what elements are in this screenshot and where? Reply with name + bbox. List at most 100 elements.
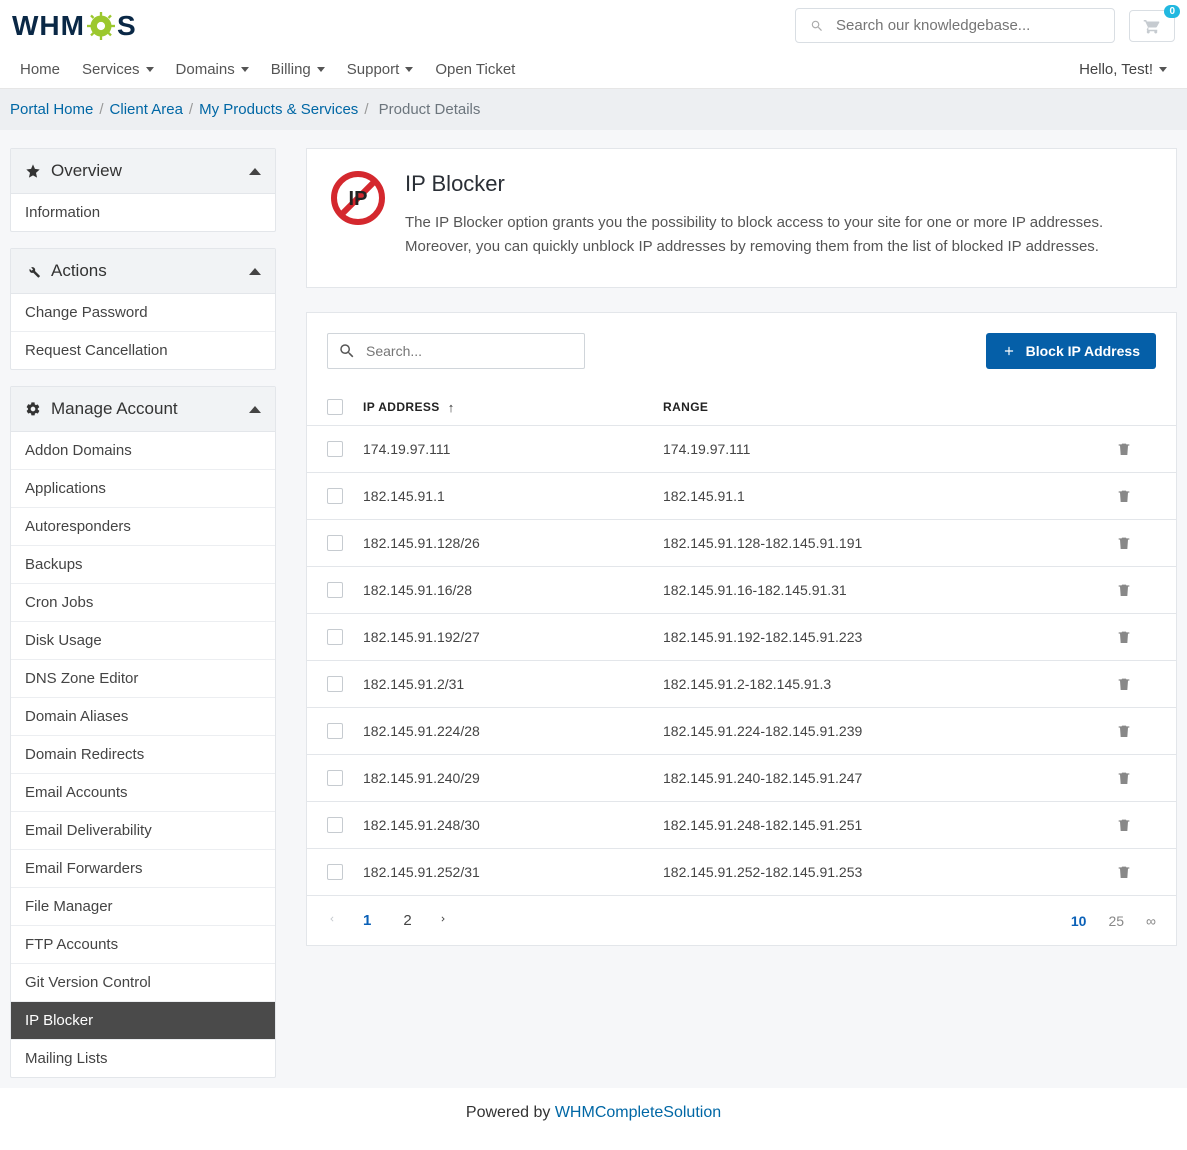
panel-manage-header[interactable]: Manage Account bbox=[11, 387, 275, 432]
search-icon bbox=[338, 342, 356, 360]
block-ip-button[interactable]: Block IP Address bbox=[986, 333, 1156, 369]
svg-text:IP: IP bbox=[349, 188, 368, 210]
table-row: 182.145.91.16/28182.145.91.16-182.145.91… bbox=[307, 567, 1176, 614]
footer-brand[interactable]: WHMCompleteSolution bbox=[555, 1104, 721, 1121]
block-ip-label: Block IP Address bbox=[1026, 343, 1140, 359]
nav-open-ticket[interactable]: Open Ticket bbox=[435, 61, 515, 78]
sidebar-item-addon-domains[interactable]: Addon Domains bbox=[11, 432, 275, 469]
cell-range: 182.145.91.252-182.145.91.253 bbox=[663, 864, 1116, 880]
sidebar-item-disk-usage[interactable]: Disk Usage bbox=[11, 621, 275, 659]
sidebar-item-information[interactable]: Information bbox=[11, 194, 275, 231]
sidebar-item-email-forwarders[interactable]: Email Forwarders bbox=[11, 849, 275, 887]
footer: Powered by WHMCompleteSolution bbox=[0, 1088, 1187, 1150]
sidebar-item-dns-zone-editor[interactable]: DNS Zone Editor bbox=[11, 659, 275, 697]
cell-ip: 182.145.91.248/30 bbox=[363, 817, 663, 833]
cart-icon bbox=[1142, 17, 1162, 35]
sidebar-item-change-password[interactable]: Change Password bbox=[11, 294, 275, 331]
sidebar-item-email-deliverability[interactable]: Email Deliverability bbox=[11, 811, 275, 849]
sidebar-item-cron-jobs[interactable]: Cron Jobs bbox=[11, 583, 275, 621]
ip-blocker-intro: IP IP Blocker The IP Blocker option gran… bbox=[306, 148, 1177, 288]
table-row: 182.145.91.192/27182.145.91.192-182.145.… bbox=[307, 614, 1176, 661]
sidebar-item-ftp-accounts[interactable]: FTP Accounts bbox=[11, 925, 275, 963]
delete-icon[interactable] bbox=[1116, 769, 1156, 787]
prev-page[interactable] bbox=[327, 912, 337, 930]
cell-ip: 182.145.91.224/28 bbox=[363, 723, 663, 739]
row-checkbox[interactable] bbox=[327, 864, 343, 880]
sidebar-item-domain-redirects[interactable]: Domain Redirects bbox=[11, 735, 275, 773]
sidebar-item-applications[interactable]: Applications bbox=[11, 469, 275, 507]
nav-services[interactable]: Services bbox=[82, 61, 154, 78]
page-1[interactable]: 1 bbox=[357, 908, 377, 933]
cell-ip: 182.145.91.2/31 bbox=[363, 676, 663, 692]
chevron-up-icon bbox=[249, 268, 261, 275]
page-size-25[interactable]: 25 bbox=[1108, 913, 1124, 929]
delete-icon[interactable] bbox=[1116, 581, 1156, 599]
sidebar-item-git-version-control[interactable]: Git Version Control bbox=[11, 963, 275, 1001]
delete-icon[interactable] bbox=[1116, 863, 1156, 881]
kb-search[interactable] bbox=[795, 8, 1115, 43]
cart-badge: 0 bbox=[1164, 5, 1180, 18]
table-search-input[interactable] bbox=[366, 343, 574, 359]
panel-actions-title: Actions bbox=[51, 261, 107, 281]
breadcrumb-link[interactable]: Portal Home bbox=[10, 101, 93, 118]
ip-table: Block IP Address IP ADDRESS ↑ RANGE 174.… bbox=[306, 312, 1177, 946]
delete-icon[interactable] bbox=[1116, 628, 1156, 646]
row-checkbox[interactable] bbox=[327, 441, 343, 457]
row-checkbox[interactable] bbox=[327, 723, 343, 739]
panel-overview-header[interactable]: Overview bbox=[11, 149, 275, 194]
row-checkbox[interactable] bbox=[327, 817, 343, 833]
select-all-checkbox[interactable] bbox=[327, 399, 343, 415]
nav-billing[interactable]: Billing bbox=[271, 61, 325, 78]
panel-actions-header[interactable]: Actions bbox=[11, 249, 275, 294]
col-ip-header[interactable]: IP ADDRESS ↑ bbox=[363, 400, 663, 415]
sidebar-item-domain-aliases[interactable]: Domain Aliases bbox=[11, 697, 275, 735]
sidebar-item-request-cancellation[interactable]: Request Cancellation bbox=[11, 331, 275, 369]
sidebar-item-backups[interactable]: Backups bbox=[11, 545, 275, 583]
delete-icon[interactable] bbox=[1116, 534, 1156, 552]
table-search[interactable] bbox=[327, 333, 585, 369]
page-description: The IP Blocker option grants you the pos… bbox=[405, 211, 1106, 259]
page-size-10[interactable]: 10 bbox=[1071, 913, 1087, 929]
row-checkbox[interactable] bbox=[327, 582, 343, 598]
delete-icon[interactable] bbox=[1116, 722, 1156, 740]
breadcrumb-link[interactable]: My Products & Services bbox=[199, 101, 358, 118]
delete-icon[interactable] bbox=[1116, 487, 1156, 505]
cart-button[interactable]: 0 bbox=[1129, 10, 1175, 42]
table-header: IP ADDRESS ↑ RANGE bbox=[307, 389, 1176, 426]
breadcrumb-current: Product Details bbox=[379, 101, 481, 118]
delete-icon[interactable] bbox=[1116, 816, 1156, 834]
breadcrumb-link[interactable]: Client Area bbox=[110, 101, 183, 118]
page-size-∞[interactable]: ∞ bbox=[1146, 913, 1156, 929]
panel-overview-title: Overview bbox=[51, 161, 122, 181]
cell-range: 182.145.91.248-182.145.91.251 bbox=[663, 817, 1116, 833]
nav-home[interactable]: Home bbox=[20, 61, 60, 78]
user-greeting[interactable]: Hello, Test! bbox=[1079, 61, 1167, 78]
footer-prefix: Powered by bbox=[466, 1104, 555, 1121]
chevron-down-icon bbox=[1159, 67, 1167, 72]
sort-asc-icon: ↑ bbox=[448, 400, 455, 415]
cell-range: 182.145.91.16-182.145.91.31 bbox=[663, 582, 1116, 598]
delete-icon[interactable] bbox=[1116, 440, 1156, 458]
kb-search-input[interactable] bbox=[836, 17, 1100, 34]
row-checkbox[interactable] bbox=[327, 770, 343, 786]
nav-support[interactable]: Support bbox=[347, 61, 414, 78]
wrench-icon bbox=[25, 263, 41, 279]
panel-manage: Manage Account Addon DomainsApplications… bbox=[10, 386, 276, 1078]
sidebar-item-file-manager[interactable]: File Manager bbox=[11, 887, 275, 925]
sidebar-item-mailing-lists[interactable]: Mailing Lists bbox=[11, 1039, 275, 1077]
cell-range: 182.145.91.240-182.145.91.247 bbox=[663, 770, 1116, 786]
row-checkbox[interactable] bbox=[327, 488, 343, 504]
nav-domains[interactable]: Domains bbox=[176, 61, 249, 78]
logo[interactable]: WHM S bbox=[12, 10, 137, 42]
delete-icon[interactable] bbox=[1116, 675, 1156, 693]
row-checkbox[interactable] bbox=[327, 535, 343, 551]
sidebar-item-ip-blocker[interactable]: IP Blocker bbox=[11, 1001, 275, 1039]
row-checkbox[interactable] bbox=[327, 629, 343, 645]
sidebar-item-autoresponders[interactable]: Autoresponders bbox=[11, 507, 275, 545]
page-2[interactable]: 2 bbox=[397, 908, 417, 933]
next-page[interactable] bbox=[438, 912, 448, 930]
col-range-header[interactable]: RANGE bbox=[663, 400, 1116, 414]
row-checkbox[interactable] bbox=[327, 676, 343, 692]
sidebar-item-email-accounts[interactable]: Email Accounts bbox=[11, 773, 275, 811]
search-icon bbox=[810, 19, 824, 33]
